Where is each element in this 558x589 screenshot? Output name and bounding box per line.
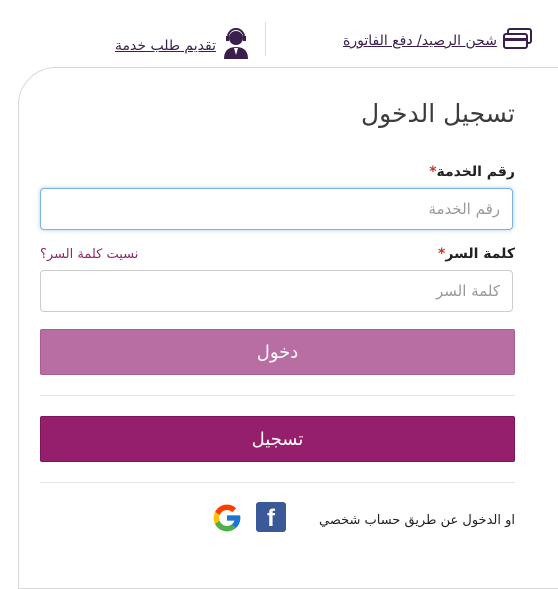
recharge-link-label: شحن الرصيد/ دفع الفاتورة <box>343 33 497 49</box>
login-card <box>18 67 558 589</box>
password-input[interactable] <box>40 270 513 312</box>
facebook-icon[interactable]: f <box>256 502 286 532</box>
request-service-link[interactable]: تقديم طلب خدمة <box>115 28 250 64</box>
register-button[interactable]: تسجيل <box>40 416 515 462</box>
forgot-password-link[interactable]: نسيت كلمة السر؟ <box>40 247 138 262</box>
social-login-text: او الدخول عن طريق حساب شخصي <box>318 513 515 528</box>
credit-card-icon <box>502 28 533 54</box>
person-support-icon <box>222 28 250 64</box>
divider <box>40 395 515 396</box>
page-title: تسجيل الدخول <box>360 99 515 128</box>
request-service-label: تقديم طلب خدمة <box>115 38 216 54</box>
required-mark: * <box>429 164 437 180</box>
divider <box>40 482 515 483</box>
login-button[interactable]: دخول <box>40 329 515 375</box>
service-number-input[interactable] <box>40 188 513 230</box>
google-icon[interactable] <box>211 502 243 534</box>
recharge-link[interactable]: شحن الرصيد/ دفع الفاتورة <box>343 28 533 54</box>
service-number-label: رقم الخدمة* <box>429 164 515 180</box>
top-links-divider <box>265 22 266 56</box>
password-label: كلمة السر* <box>438 246 515 262</box>
